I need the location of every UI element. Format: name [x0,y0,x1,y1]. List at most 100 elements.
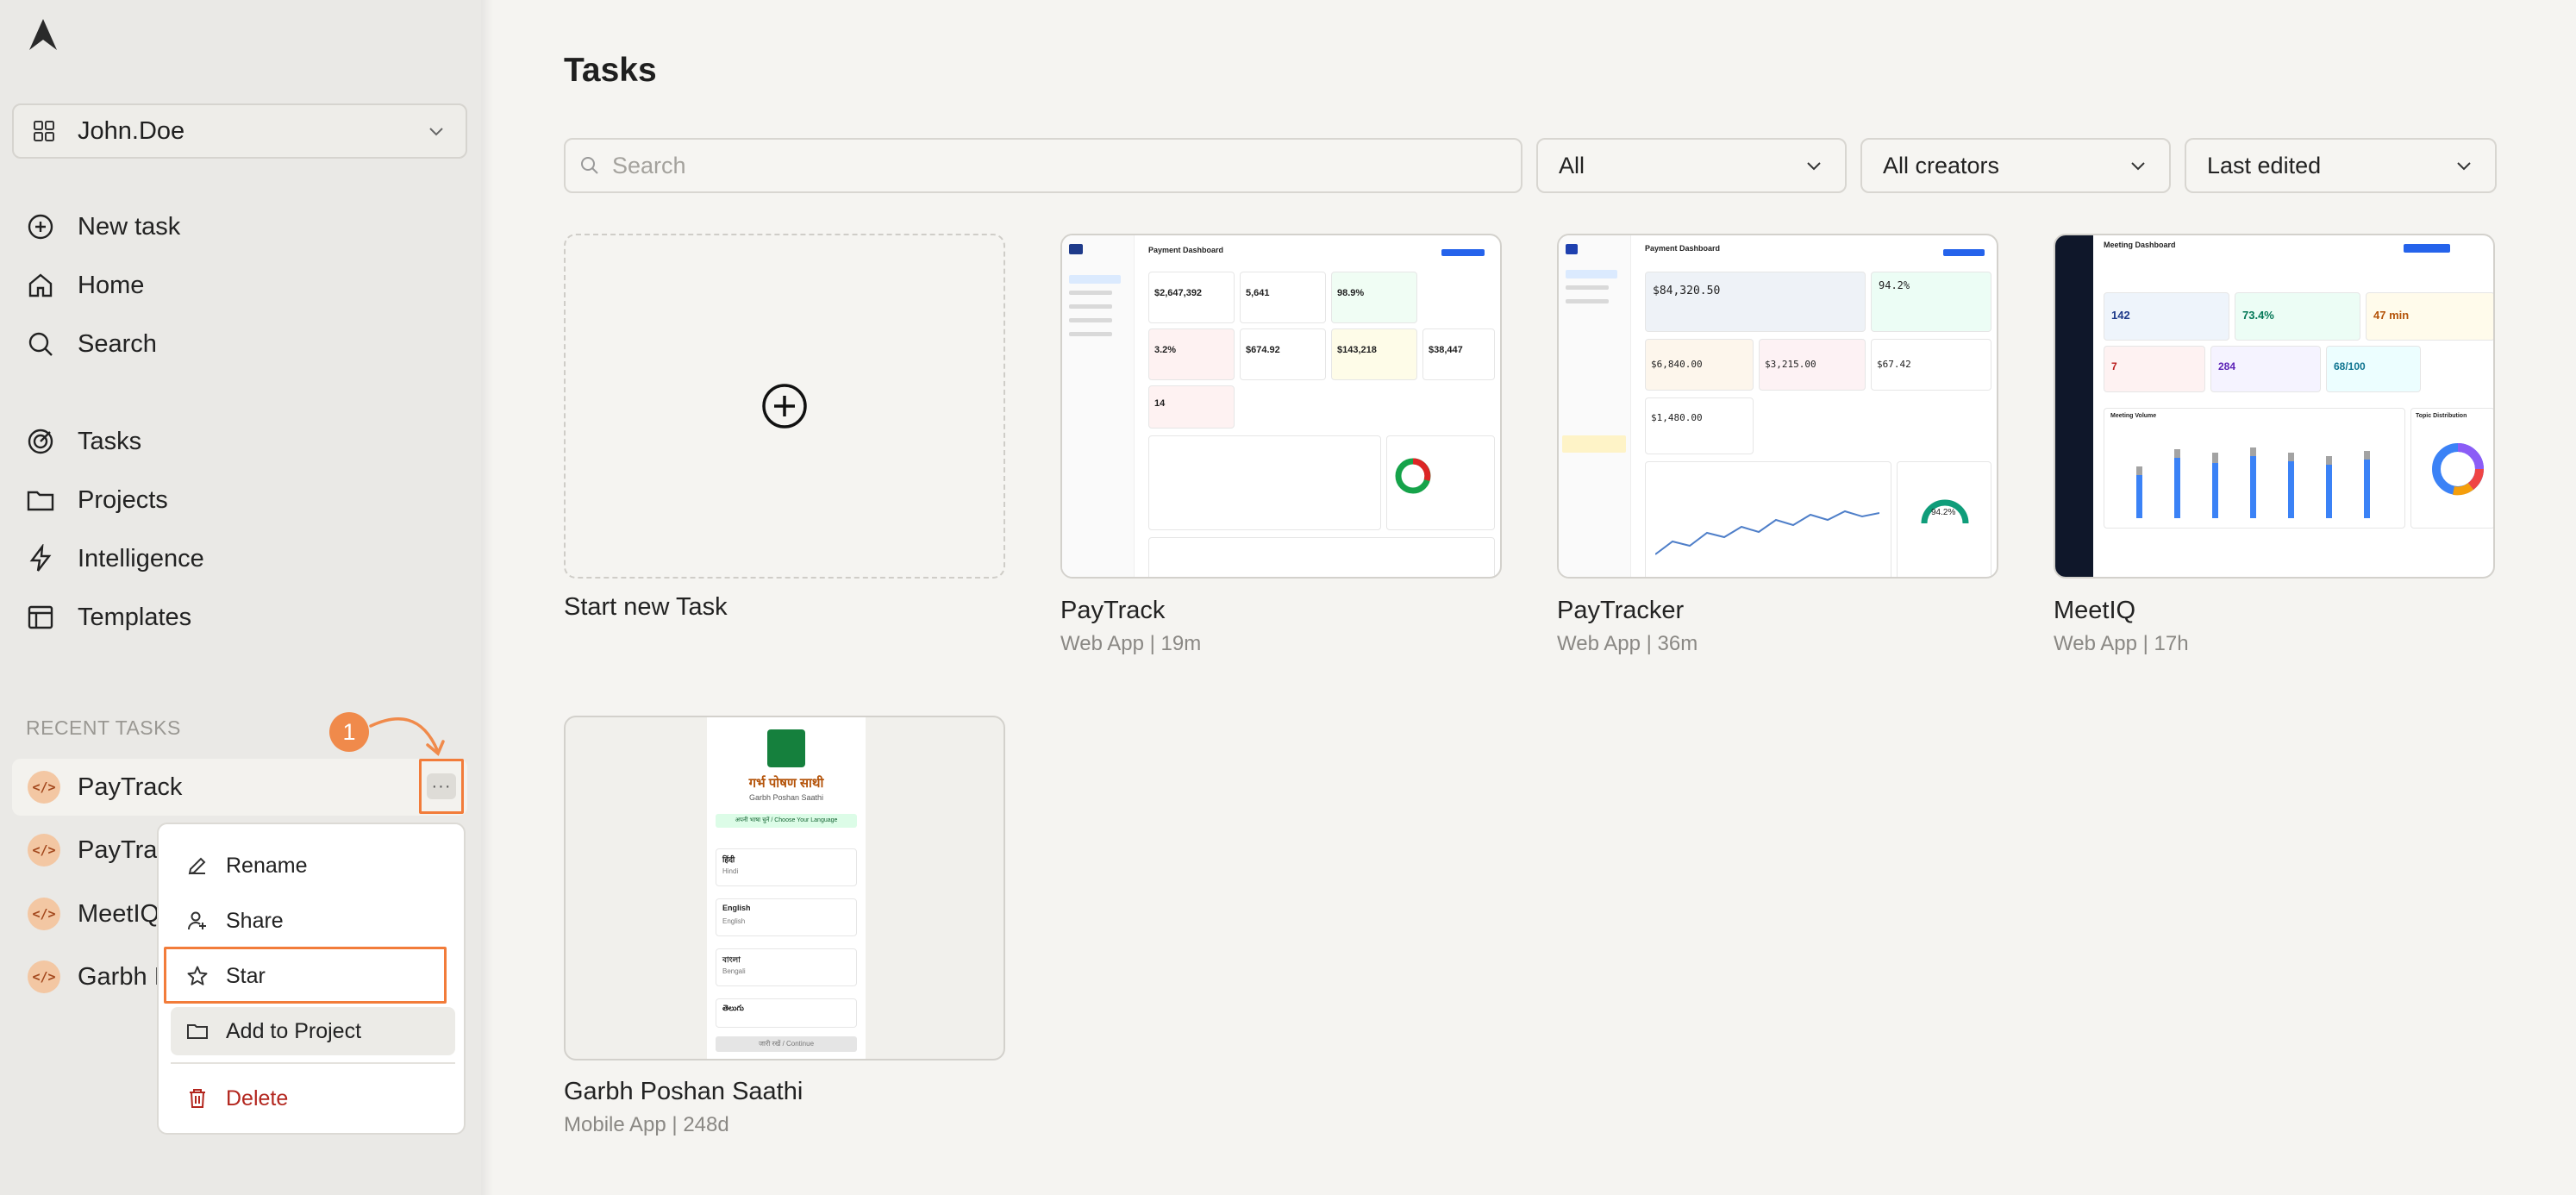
folder-icon [27,491,54,511]
task-card-meetiq[interactable]: Meeting Dashboard 142 73.4% 47 min 7 284… [2054,234,2495,579]
thumb-lang-en: Hindi [722,867,739,875]
secondary-nav: Tasks Projects Intelligence Templates [26,412,457,647]
chevron-down-icon [2457,162,2471,171]
app-logo-icon [767,729,805,767]
card-title: Garbh Poshan Saathi [564,1078,803,1105]
thumb-lang-en: Bengali [722,967,746,975]
menu-separator [171,1062,455,1064]
recent-task-label: PayTrack [78,773,183,801]
plus-circle-icon [28,214,53,240]
more-dots-icon: ··· [427,773,456,799]
recent-tasks-heading: RECENT TASKS [26,716,181,739]
highlight-box-star [164,947,447,1004]
card-meta: Web App | 17h [2054,632,2189,655]
thumb-value: 68/100 [2334,360,2366,372]
chevron-down-icon [429,128,443,136]
thumb-value: 94.2% [1879,279,1910,291]
recent-task-label: PayTrac [78,835,170,864]
nav-tasks[interactable]: Tasks [26,412,457,471]
nav-new-task[interactable]: New task [26,197,457,256]
sort-dropdown[interactable]: Last edited [2185,138,2497,193]
recent-task-label: Garbh I [78,962,161,991]
target-icon [28,429,53,454]
start-new-task-card[interactable] [564,234,1005,579]
nav-label: Intelligence [78,544,204,572]
thumb-chart-title: Meeting Volume [2110,413,2157,419]
line-chart-icon [1655,510,1879,555]
thumb-sidebar [2055,235,2093,577]
search-field[interactable] [564,138,1522,193]
menu-item-label: Share [226,908,284,933]
nav-search[interactable]: Search [26,315,457,373]
recent-task-label: MeetIQ [78,899,160,928]
nav-home[interactable]: Home [26,256,457,315]
thumb-value: 142 [2111,309,2130,322]
menu-item-rename[interactable]: Rename [171,842,455,890]
recent-task-item[interactable]: </> PayTrack [12,759,467,816]
thumb-heading: Meeting Dashboard [2104,241,2176,249]
search-input[interactable] [612,152,1474,179]
task-card-paytracker[interactable]: Payment Dashboard $84,320.50 94.2% $6,84… [1557,234,1998,579]
trash-icon [190,1089,205,1108]
nav-label: Tasks [78,427,142,455]
thumb-subtitle: Garbh Poshan Saathi [748,793,824,802]
nav-templates[interactable]: Templates [26,588,457,647]
card-title: PayTracker [1557,597,1685,624]
thumb-value: $674.92 [1246,345,1280,355]
creators-filter-dropdown[interactable]: All creators [1860,138,2171,193]
dropdown-value: Last edited [2207,152,2322,178]
thumb-choose-language: अपनी भाषा चुनें / Choose Your Language [716,814,857,828]
menu-item-label: Add to Project [226,1018,362,1043]
app-logo-icon[interactable] [24,16,62,53]
card-title: PayTrack [1060,597,1166,624]
thumb-value: $6,840.00 [1651,359,1703,370]
chevron-down-icon [1807,162,1821,171]
status-filter-dropdown[interactable]: All [1536,138,1847,193]
folder-icon [187,1024,208,1039]
menu-item-label: Delete [226,1086,289,1111]
thumb-title: गर्भ पोषण साथी [748,776,824,791]
thumb-value: 14 [1154,398,1166,409]
thumb-continue: जारी रखें / Continue [716,1036,857,1052]
thumb-value: $67.42 [1877,359,1911,370]
thumb-lang-en: English [722,917,746,925]
nav-projects[interactable]: Projects [26,471,457,529]
card-title: Start new Task [564,593,728,621]
layout-icon [28,605,53,629]
thumb-value: 98.9% [1337,288,1365,298]
task-card-garbh-poshan-saathi[interactable]: गर्भ पोषण साथी Garbh Poshan Saathi अपनी … [564,716,1005,1060]
sidebar-divider [481,0,493,1195]
thumb-donut-title: Topic Distribution [2416,413,2467,419]
menu-item-share[interactable]: Share [171,897,455,945]
nav-intelligence[interactable]: Intelligence [26,529,457,588]
thumb-value: $84,320.50 [1653,285,1721,297]
workspace-selector[interactable]: John.Doe [12,103,467,159]
workspace-name: John.Doe [78,116,185,145]
code-icon: </> [28,834,60,867]
thumb-value: 5,641 [1246,288,1270,298]
menu-item-delete[interactable]: Delete [171,1074,455,1123]
thumb-value: $38,447 [1429,345,1463,355]
more-options-button[interactable]: ··· [419,759,464,814]
card-meta: Web App | 36m [1557,632,1698,655]
bolt-icon [29,544,52,572]
step-callout-1: 1 [329,712,369,752]
thumb-sidebar [1062,235,1135,577]
thumb-value: 73.4% [2242,309,2274,322]
thumb-value: $2,647,392 [1154,288,1203,298]
menu-item-add-to-project[interactable]: Add to Project [171,1007,455,1055]
card-title: MeetIQ [2054,597,2136,624]
thumb-heading: Payment Dashboard [1645,244,1721,253]
thumb-lang-native: తెలుగు [722,1004,744,1012]
menu-item-label: Rename [226,853,308,878]
search-icon [581,157,598,174]
thumb-lang-native: हिंदी [722,855,735,864]
task-card-paytrack[interactable]: Payment Dashboard $2,647,392 5,641 98.9%… [1060,234,1502,579]
thumb-lang-native: বাংলা [722,955,741,964]
donut-chart-icon [1395,458,1431,494]
thumb-value: $143,218 [1337,345,1377,355]
donut-chart-icon [2432,443,2484,496]
thumb-value: 7 [2111,360,2117,372]
card-meta: Mobile App | 248d [564,1113,729,1136]
nav-label: Projects [78,485,168,514]
